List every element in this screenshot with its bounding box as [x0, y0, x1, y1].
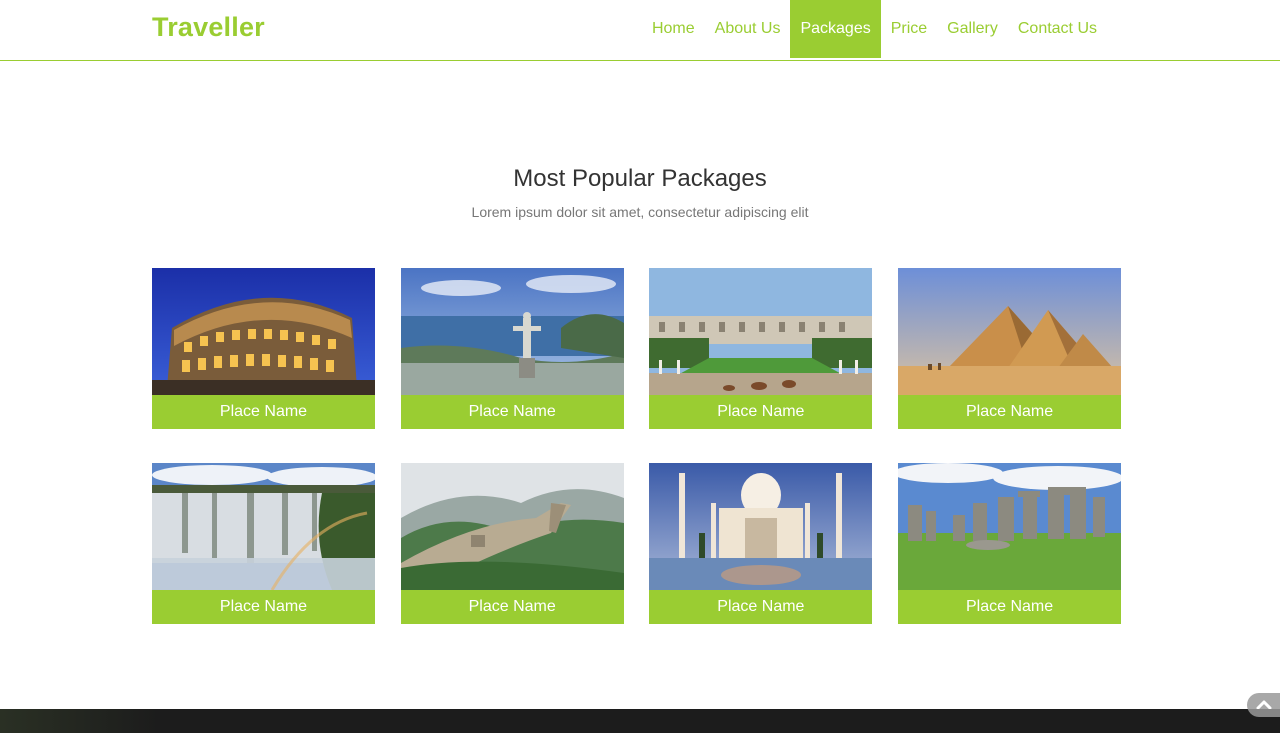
nav-packages[interactable]: Packages [790, 0, 881, 58]
package-label[interactable]: Place Name [152, 395, 375, 429]
package-label[interactable]: Place Name [649, 590, 873, 624]
chevron-up-icon [1256, 696, 1272, 714]
main-nav: Home About Us Packages Price Gallery Con… [642, 0, 1107, 58]
packages-grid: Place Name Place Name Place Name Place N… [152, 268, 1122, 624]
package-label[interactable]: Place Name [400, 395, 624, 429]
package-image-great-wall[interactable] [400, 463, 624, 590]
package-card[interactable]: Place Name [649, 463, 873, 624]
package-image-taj-mahal[interactable] [649, 463, 873, 590]
package-image-stonehenge[interactable] [898, 463, 1122, 590]
package-image-christ-the-redeemer[interactable] [400, 268, 624, 395]
package-card[interactable]: Place Name [898, 463, 1122, 624]
package-image-waterfall[interactable] [152, 463, 375, 590]
footer-section [0, 709, 1280, 733]
package-image-palace-garden[interactable] [649, 268, 873, 395]
nav-contact-us[interactable]: Contact Us [1008, 0, 1107, 58]
navbar: Traveller Home About Us Packages Price G… [0, 0, 1280, 61]
package-label[interactable]: Place Name [898, 590, 1122, 624]
package-card[interactable]: Place Name [152, 268, 375, 429]
scroll-to-top-button[interactable] [1247, 693, 1280, 717]
section-subtitle: Lorem ipsum dolor sit amet, consectetur … [471, 204, 809, 220]
package-label[interactable]: Place Name [152, 590, 375, 624]
nav-home[interactable]: Home [642, 0, 705, 58]
package-card[interactable]: Place Name [400, 463, 624, 624]
section-title: Most Popular Packages [513, 165, 767, 192]
package-image-pyramids[interactable] [898, 268, 1122, 395]
package-card[interactable]: Place Name [898, 268, 1122, 429]
package-label[interactable]: Place Name [649, 395, 873, 429]
package-label[interactable]: Place Name [898, 395, 1122, 429]
nav-about-us[interactable]: About Us [705, 0, 791, 58]
footer-background-image [0, 709, 160, 733]
nav-price[interactable]: Price [881, 0, 937, 58]
package-card[interactable]: Place Name [152, 463, 375, 624]
package-card[interactable]: Place Name [400, 268, 624, 429]
package-card[interactable]: Place Name [649, 268, 873, 429]
package-label[interactable]: Place Name [400, 590, 624, 624]
nav-gallery[interactable]: Gallery [937, 0, 1008, 58]
brand-logo[interactable]: Traveller [152, 12, 265, 43]
package-image-colosseum[interactable] [152, 268, 375, 395]
